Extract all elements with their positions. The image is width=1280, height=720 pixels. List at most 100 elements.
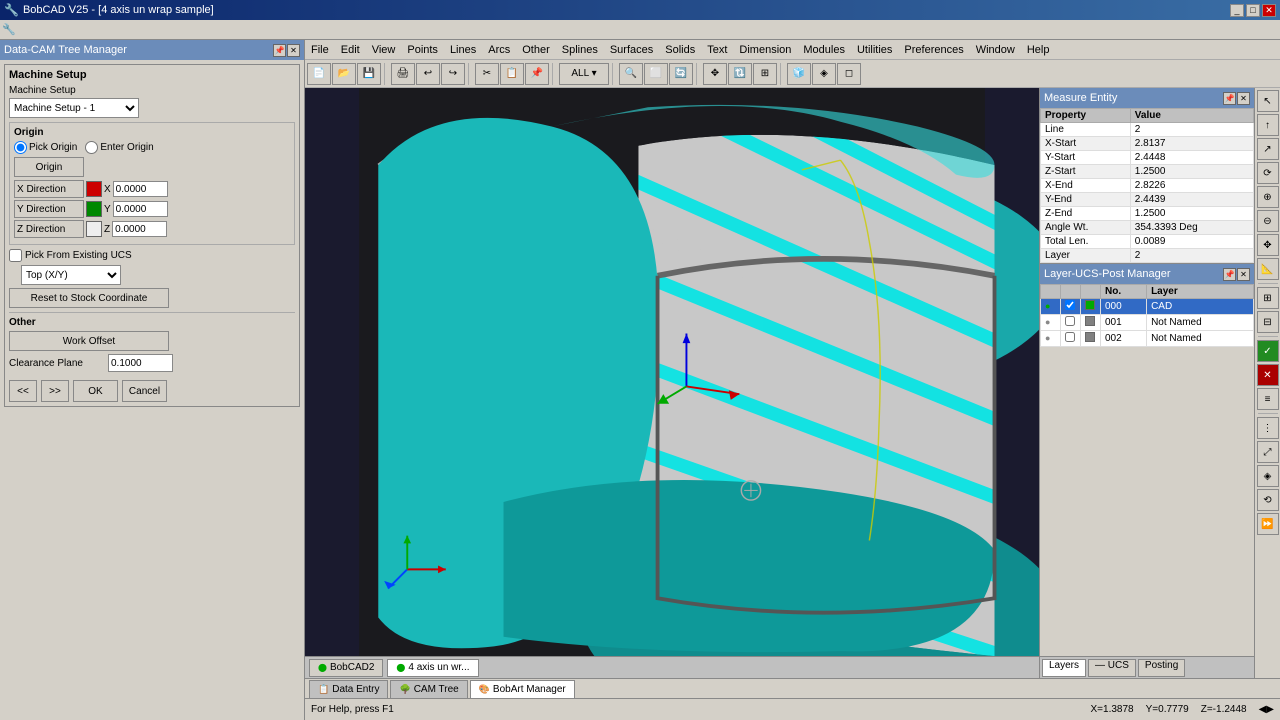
prev-button[interactable]: << — [9, 380, 37, 402]
layer-table-row[interactable]: ●002Not Named — [1041, 331, 1254, 347]
y-direction-button[interactable]: Y Direction — [14, 200, 84, 218]
data-entry-tab[interactable]: 📋 Data Entry — [309, 680, 388, 698]
scroll-icon-btn[interactable]: ⋮ — [1257, 417, 1279, 439]
measure-entity-close[interactable]: ✕ — [1237, 92, 1250, 105]
x-input[interactable] — [113, 181, 168, 197]
maximize-button[interactable]: □ — [1246, 4, 1260, 17]
layers-tab[interactable]: Layers — [1042, 659, 1086, 677]
menu-item-help[interactable]: Help — [1021, 43, 1056, 57]
center-viewport[interactable] — [305, 88, 1039, 656]
grid-icon-btn[interactable]: ⊞ — [1257, 287, 1279, 309]
snap-icon-btn[interactable]: ⊟ — [1257, 311, 1279, 333]
cancel-button[interactable]: Cancel — [122, 380, 167, 402]
enter-origin-radio[interactable] — [85, 141, 98, 154]
menu-item-solids[interactable]: Solids — [659, 43, 701, 57]
zoom-in-toolbar[interactable]: 🔍 — [619, 63, 643, 85]
layer-check-cell[interactable] — [1061, 299, 1081, 315]
x-direction-color[interactable] — [86, 181, 102, 197]
wireframe[interactable]: ◻ — [837, 63, 861, 85]
view-3d[interactable]: 🧊 — [787, 63, 811, 85]
undo-button[interactable]: ↩ — [416, 63, 440, 85]
rotate-icon-btn[interactable]: ⟳ — [1257, 162, 1279, 184]
menu-item-window[interactable]: Window — [970, 43, 1021, 57]
dynamic-rotate-icon-btn[interactable]: ⟲ — [1257, 489, 1279, 511]
menu-item-other[interactable]: Other — [516, 43, 556, 57]
pan-icon-btn[interactable]: ✥ — [1257, 234, 1279, 256]
menu-item-edit[interactable]: Edit — [335, 43, 366, 57]
diagonal-icon-btn[interactable]: ↗ — [1257, 138, 1279, 160]
3d-view-icon-btn[interactable]: ◈ — [1257, 465, 1279, 487]
menu-item-modules[interactable]: Modules — [797, 43, 851, 57]
layer-table-row[interactable]: ●001Not Named — [1041, 315, 1254, 331]
layer-check-cell[interactable] — [1061, 331, 1081, 347]
snap-grid[interactable]: ⊞ — [753, 63, 777, 85]
save-button[interactable]: 💾 — [357, 63, 381, 85]
zoom-fit-icon-btn[interactable]: ⤢ — [1257, 441, 1279, 463]
menu-item-file[interactable]: File — [305, 43, 335, 57]
y-direction-color[interactable] — [86, 201, 102, 217]
menu-item-lines[interactable]: Lines — [444, 43, 482, 57]
arrow-up-icon-btn[interactable]: ↑ — [1257, 114, 1279, 136]
layer-ucs-close[interactable]: ✕ — [1237, 268, 1250, 281]
layer-checkbox-2[interactable] — [1065, 332, 1075, 342]
paste-button[interactable]: 📌 — [525, 63, 549, 85]
layer-checkbox-0[interactable] — [1065, 300, 1075, 310]
layer-check-cell[interactable] — [1061, 315, 1081, 331]
new-button[interactable]: 📄 — [307, 63, 331, 85]
layer-ucs-pin[interactable]: 📌 — [1223, 268, 1236, 281]
ucs-tab[interactable]: — UCS — [1088, 659, 1136, 677]
y-input[interactable] — [113, 201, 168, 217]
posting-tab[interactable]: Posting — [1138, 659, 1185, 677]
viewport-tab-bobcad2[interactable]: ⬤ BobCAD2 — [309, 659, 383, 677]
left-panel-pin-button[interactable]: 📌 — [273, 44, 286, 57]
menu-item-preferences[interactable]: Preferences — [898, 43, 969, 57]
menu-item-dimension[interactable]: Dimension — [733, 43, 797, 57]
layer-checkbox-1[interactable] — [1065, 316, 1075, 326]
fast-forward-icon-btn[interactable]: ⏩ — [1257, 513, 1279, 535]
menu-item-text[interactable]: Text — [701, 43, 733, 57]
close-button[interactable]: ✕ — [1262, 4, 1276, 17]
redo-button[interactable]: ↪ — [441, 63, 465, 85]
x-red-icon-btn[interactable]: ✕ — [1257, 364, 1279, 386]
menu-item-points[interactable]: Points — [401, 43, 444, 57]
ucs-select[interactable]: Top (X/Y) — [21, 265, 121, 285]
cut-button[interactable]: ✂ — [475, 63, 499, 85]
viewport-tab-4axis[interactable]: ⬤ 4 axis un wr... — [387, 659, 478, 677]
all-dropdown[interactable]: ALL ▾ — [559, 63, 609, 85]
pan-toolbar[interactable]: ✥ — [703, 63, 727, 85]
open-button[interactable]: 📂 — [332, 63, 356, 85]
pick-ucs-checkbox[interactable] — [9, 249, 22, 262]
cursor-icon-btn[interactable]: ↖ — [1257, 90, 1279, 112]
pick-origin-radio[interactable] — [14, 141, 27, 154]
enter-origin-radio-item[interactable]: Enter Origin — [85, 141, 153, 154]
minimize-button[interactable]: _ — [1230, 4, 1244, 17]
menu-item-splines[interactable]: Splines — [556, 43, 604, 57]
menu-item-arcs[interactable]: Arcs — [482, 43, 516, 57]
z-input[interactable] — [112, 221, 167, 237]
reset-coordinate-button[interactable]: Reset to Stock Coordinate — [9, 288, 169, 308]
zoom-window[interactable]: ⬜ — [644, 63, 668, 85]
check-green-icon-btn[interactable]: ✓ — [1257, 340, 1279, 362]
measure-icon-btn[interactable]: 📐 — [1257, 258, 1279, 280]
menu-item-surfaces[interactable]: Surfaces — [604, 43, 659, 57]
next-button[interactable]: >> — [41, 380, 69, 402]
ok-button[interactable]: OK — [73, 380, 118, 402]
list-icon-btn[interactable]: ≡ — [1257, 388, 1279, 410]
shading[interactable]: ◈ — [812, 63, 836, 85]
measure-entity-pin[interactable]: 📌 — [1223, 92, 1236, 105]
z-direction-button[interactable]: Z Direction — [14, 220, 84, 238]
machine-setup-select[interactable]: Machine Setup - 1 Machine Setup - 2 — [9, 98, 139, 118]
menu-item-utilities[interactable]: Utilities — [851, 43, 898, 57]
layer-table-row[interactable]: ●000CAD — [1041, 299, 1254, 315]
menu-item-view[interactable]: View — [366, 43, 402, 57]
x-direction-button[interactable]: X Direction — [14, 180, 84, 198]
zoom-in-icon-btn[interactable]: ⊕ — [1257, 186, 1279, 208]
left-panel-close-button[interactable]: ✕ — [287, 44, 300, 57]
work-offset-button[interactable]: Work Offset — [9, 331, 169, 351]
pick-origin-radio-item[interactable]: Pick Origin — [14, 141, 77, 154]
cam-tree-tab[interactable]: 🌳 CAM Tree — [390, 680, 467, 698]
zoom-out-icon-btn[interactable]: ⊖ — [1257, 210, 1279, 232]
z-direction-color[interactable] — [86, 221, 102, 237]
rotate-toolbar[interactable]: 🔃 — [728, 63, 752, 85]
clearance-plane-input[interactable] — [108, 354, 173, 372]
